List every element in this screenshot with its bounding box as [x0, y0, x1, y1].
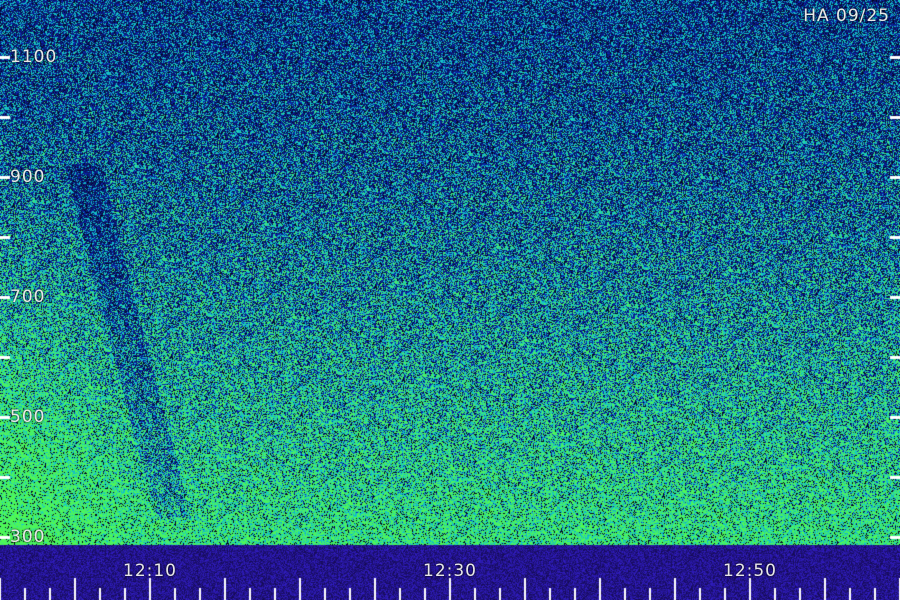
x-tick-label: 12:50: [723, 561, 777, 581]
y-tick-label: 900: [10, 167, 46, 187]
y-tick-label: 700: [10, 287, 46, 307]
y-tick-label: 300: [10, 527, 46, 547]
spectrogram-canvas: [0, 0, 900, 600]
y-tick-label: 1100: [10, 47, 58, 67]
y-tick-label: 500: [10, 407, 46, 427]
x-tick-label: 12:10: [123, 561, 177, 581]
x-tick-label: 12:30: [423, 561, 477, 581]
plot-title: HA 09/25: [803, 6, 890, 26]
